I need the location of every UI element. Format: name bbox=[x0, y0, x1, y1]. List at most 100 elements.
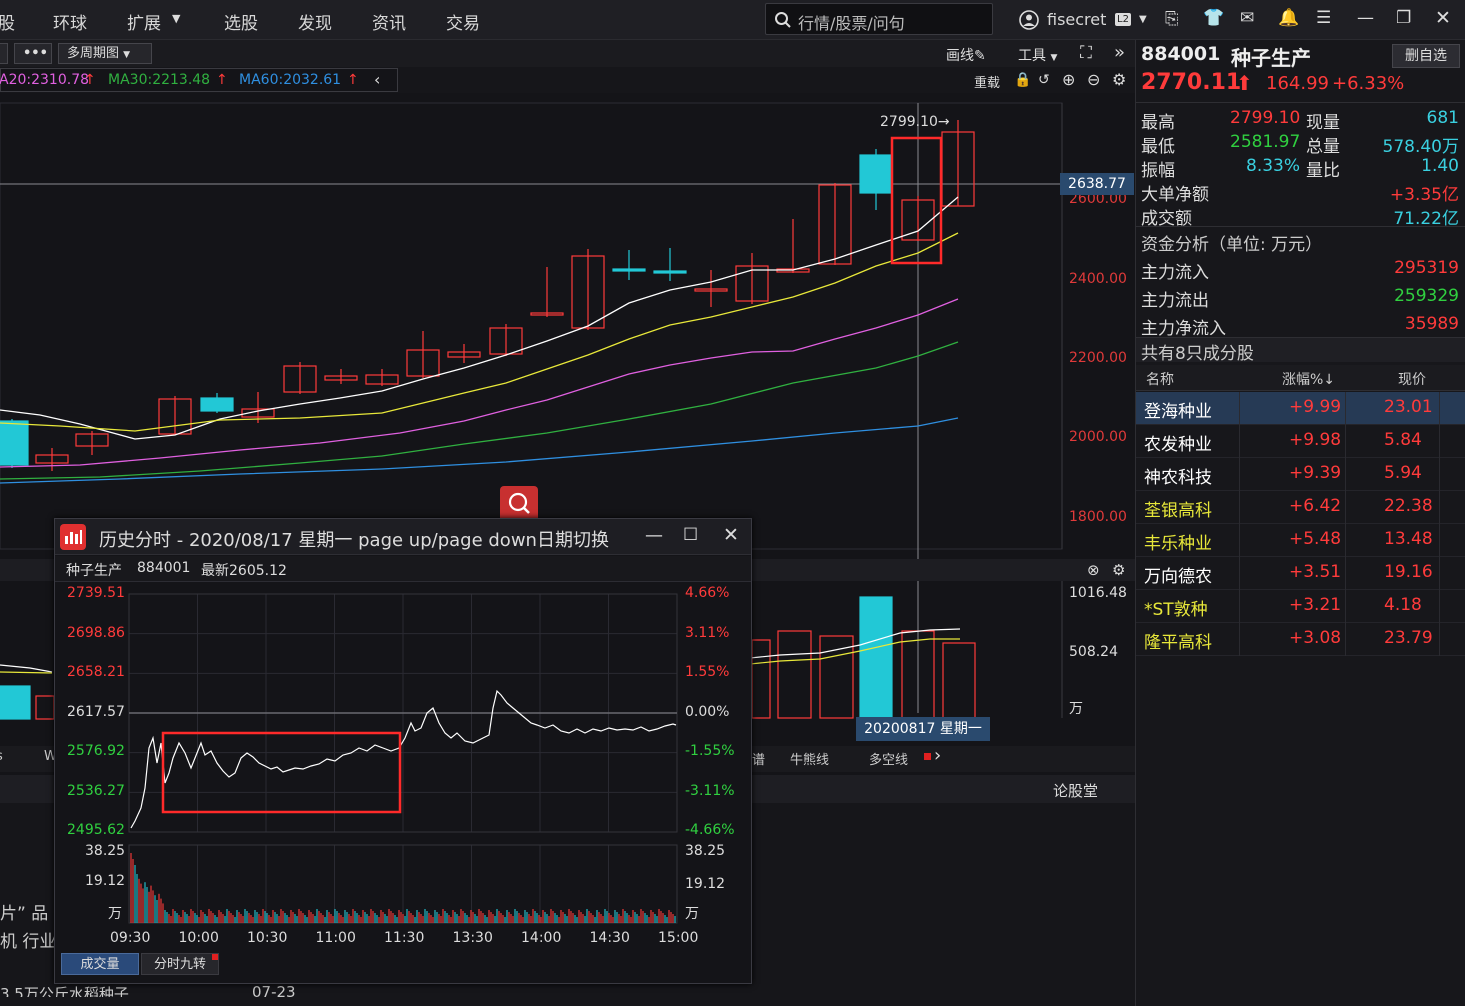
menu-item-news[interactable]: 资讯 bbox=[372, 9, 406, 34]
intraday-chart[interactable] bbox=[55, 583, 751, 963]
stock-pct: +3.51 bbox=[1289, 562, 1342, 582]
menu-item-trade[interactable]: 交易 bbox=[446, 9, 480, 34]
stock-pct: +5.48 bbox=[1289, 529, 1342, 549]
double-chevron-right-icon[interactable]: » bbox=[1114, 42, 1125, 63]
top-menu-bar: 股 环球 扩展 ▼ 选股 发现 资讯 交易 行情/股票/问句 fisecret … bbox=[0, 0, 1465, 40]
lock-icon[interactable]: 🔒 bbox=[1014, 72, 1031, 88]
minimize-icon[interactable]: — bbox=[1357, 8, 1374, 28]
shirt-icon[interactable]: 👕 bbox=[1203, 8, 1224, 28]
tab-partial[interactable]: s bbox=[0, 749, 3, 764]
stock-price: 23.79 bbox=[1384, 628, 1433, 648]
table-row[interactable]: 荃银高科 +6.42 22.38 bbox=[1136, 491, 1465, 524]
intraday-time-tick: 11:30 bbox=[384, 930, 425, 946]
news-date: 07-23 bbox=[252, 983, 296, 997]
current-price: 2770.11 bbox=[1141, 70, 1242, 95]
discussion-tab[interactable]: 论股堂 bbox=[1053, 780, 1098, 801]
table-row[interactable]: 农发种业 +9.98 5.84 bbox=[1136, 425, 1465, 458]
news-fragment[interactable]: 机 行业 bbox=[0, 927, 56, 952]
list-menu-icon[interactable]: ☰ bbox=[1316, 8, 1331, 28]
tab-nine-turn[interactable]: 分时九转 bbox=[141, 953, 219, 975]
column-header-pct[interactable]: 涨幅%↓ bbox=[1282, 369, 1335, 389]
stock-price: 19.16 bbox=[1384, 562, 1433, 582]
stock-price: 23.01 bbox=[1384, 397, 1433, 417]
menu-item-extend[interactable]: 扩展 bbox=[127, 9, 161, 34]
chevron-down-icon: ▼ bbox=[1050, 53, 1058, 63]
zoom-in-icon[interactable]: ⊕ bbox=[1062, 70, 1075, 89]
draw-line-button[interactable]: 画线✎ bbox=[946, 45, 986, 65]
mail-icon[interactable]: ✉ bbox=[1240, 8, 1254, 28]
intraday-vol-tick: 38.25 bbox=[85, 843, 126, 859]
settings-gear-icon[interactable]: ⚙ bbox=[1112, 70, 1126, 89]
column-header-price[interactable]: 现价 bbox=[1398, 369, 1426, 389]
intraday-vol-tick-right: 19.12 bbox=[685, 876, 726, 892]
ma20-value: A20:2310.78 bbox=[0, 72, 90, 88]
screenshot-icon[interactable]: ⎘ bbox=[1165, 9, 1179, 29]
toolbar-left-button[interactable] bbox=[0, 43, 8, 64]
candle-body bbox=[0, 420, 29, 466]
news-fragment[interactable]: 片” 品 bbox=[0, 899, 48, 924]
popup-info-bar: 种子生产 884001 最新2605.12 bbox=[55, 556, 751, 582]
menu-item-stock[interactable]: 股 bbox=[0, 9, 15, 34]
chevron-down-icon: ▼ bbox=[123, 50, 131, 60]
table-row[interactable]: 隆平高科 +3.08 23.79 bbox=[1136, 623, 1465, 656]
cell-divider bbox=[1439, 425, 1440, 458]
popup-title-bar[interactable]: 历史分时 - 2020/08/17 星期一 page up/page down日… bbox=[55, 519, 751, 555]
restore-icon[interactable]: ❐ bbox=[1396, 8, 1411, 28]
volume-bar bbox=[942, 642, 976, 719]
app-logo-icon bbox=[60, 524, 86, 550]
maximize-icon[interactable]: ☐ bbox=[683, 525, 698, 545]
history-intraday-popup[interactable]: 历史分时 - 2020/08/17 星期一 page up/page down日… bbox=[54, 518, 752, 984]
close-icon[interactable]: ✕ bbox=[1435, 7, 1451, 29]
divider bbox=[1136, 102, 1465, 103]
zoom-out-icon[interactable]: ⊖ bbox=[1087, 70, 1100, 89]
volume-settings-gear-icon[interactable]: ⚙ bbox=[1112, 561, 1125, 579]
table-row[interactable]: 神农科技 +9.39 5.94 bbox=[1136, 458, 1465, 491]
user-dropdown-icon[interactable]: ▼ bbox=[1139, 14, 1147, 25]
bell-icon[interactable]: 🔔 bbox=[1278, 8, 1299, 28]
close-volume-pane-icon[interactable]: ⊗ bbox=[1087, 561, 1100, 579]
chevron-right-icon[interactable]: › bbox=[934, 745, 941, 766]
stock-pct: +9.39 bbox=[1289, 463, 1342, 483]
menu-item-discover[interactable]: 发现 bbox=[298, 9, 332, 34]
fullscreen-icon[interactable]: ⛶ bbox=[1080, 43, 1092, 63]
news-fragment[interactable]: 3.5万公斤水稻种子 bbox=[0, 983, 129, 997]
table-row[interactable]: *ST敦种 +3.21 4.18 bbox=[1136, 590, 1465, 623]
table-row[interactable]: 丰乐种业 +5.48 13.48 bbox=[1136, 524, 1465, 557]
quote-panel: 884001 种子生产 删自选 2770.11 ⬆ 164.99 +6.33% … bbox=[1135, 40, 1465, 1006]
menu-item-select-stock[interactable]: 选股 bbox=[224, 9, 258, 34]
price-tick: 2400.00 bbox=[1069, 271, 1127, 287]
undo-icon[interactable]: ↺ bbox=[1038, 72, 1050, 88]
tab-pu[interactable]: 谱 bbox=[752, 749, 765, 768]
stock-price: 22.38 bbox=[1384, 496, 1433, 516]
intraday-price-tick: 2576.92 bbox=[67, 743, 125, 759]
reload-button[interactable]: 重载 bbox=[974, 72, 1000, 91]
intraday-pct-tick: -3.11% bbox=[685, 782, 735, 799]
tab-volume[interactable]: 成交量 bbox=[61, 953, 139, 975]
close-icon[interactable]: ✕ bbox=[723, 524, 739, 546]
more-button[interactable]: ••• bbox=[14, 43, 52, 64]
remove-favorite-button[interactable]: 删自选 bbox=[1392, 44, 1460, 68]
table-row[interactable]: 万向德农 +3.51 19.16 bbox=[1136, 557, 1465, 590]
tools-button[interactable]: 工具 ▼ bbox=[1018, 45, 1057, 65]
fund-analysis-title: 资金分析（单位: 万元） bbox=[1141, 235, 1323, 255]
column-header-name[interactable]: 名称 bbox=[1146, 369, 1174, 389]
high-price-marker: 2799.10→ bbox=[880, 114, 950, 130]
user-icon[interactable] bbox=[1018, 9, 1040, 31]
table-row[interactable]: 登海种业 +9.99 23.01 bbox=[1136, 392, 1465, 425]
stock-name: 万向德农 bbox=[1144, 567, 1212, 587]
tab-bull-bear-line[interactable]: 牛熊线 bbox=[790, 749, 829, 768]
chevron-left-icon[interactable]: ‹ bbox=[374, 70, 380, 89]
multi-period-button[interactable]: 多周期图 ▼ bbox=[58, 43, 152, 64]
menu-item-global[interactable]: 环球 bbox=[53, 9, 87, 34]
popup-latest-price: 最新2605.12 bbox=[201, 563, 287, 579]
price-pane-frame bbox=[0, 102, 1063, 550]
chevron-down-icon: ▼ bbox=[172, 12, 181, 25]
tab-red-marker bbox=[212, 954, 218, 960]
popup-stock-code: 884001 bbox=[137, 560, 191, 576]
tab-long-short-line[interactable]: 多空线 bbox=[869, 749, 908, 768]
minimize-icon[interactable]: — bbox=[645, 525, 663, 546]
tools-label: 工具 bbox=[1018, 48, 1046, 64]
search-input[interactable]: 行情/股票/问句 bbox=[765, 3, 993, 35]
username[interactable]: fisecret bbox=[1047, 10, 1106, 29]
zoom-search-button[interactable] bbox=[500, 486, 538, 522]
